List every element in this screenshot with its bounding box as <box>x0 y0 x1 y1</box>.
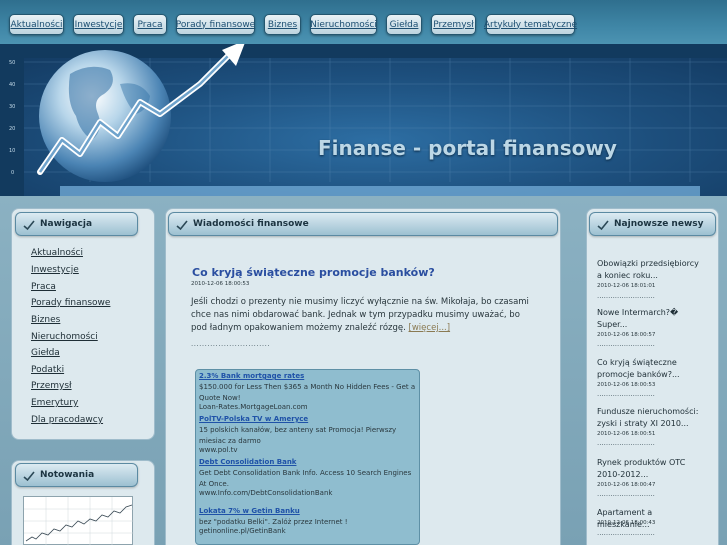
nav-item-aktualnosci[interactable]: Aktualności <box>9 14 64 35</box>
checkmark-icon <box>23 471 35 482</box>
news-separator: ............................. <box>597 490 655 498</box>
banner-axis-label: 30 <box>9 104 15 110</box>
site-title: Finanse - portal finansowy <box>318 136 617 160</box>
ad-url[interactable]: getinonline.pl/GetinBank <box>199 527 286 535</box>
sidebar-item-dla-pracodawcy[interactable]: Dla pracodawcy <box>31 415 103 425</box>
latest-news-title: Najnowsze newsy <box>614 219 704 229</box>
nav-item-artykuly-tematyczne[interactable]: Artykuły tematyczne <box>484 14 577 35</box>
ad-title-link[interactable]: PolTV-Polska TV w Ameryce <box>199 415 308 423</box>
nav-item-przemysl[interactable]: Przemysł <box>431 14 476 35</box>
news-item-date: 2010-12-06 18:00:47 <box>597 482 656 488</box>
sidebar-item-inwestycje[interactable]: Inwestycje <box>31 265 79 275</box>
stock-chart-thumbnail[interactable] <box>23 496 134 545</box>
checkmark-icon <box>23 220 35 231</box>
news-item-link[interactable]: Nowe Intermarch?� Super... <box>597 307 699 331</box>
article-excerpt: Jeśli chodzi o prezenty nie musimy liczy… <box>191 296 536 335</box>
nav-item-porady-finansowe[interactable]: Porady finansowe <box>176 14 255 35</box>
nav-item-praca[interactable]: Praca <box>133 14 167 35</box>
navigation-panel-header: Nawigacja <box>15 212 138 236</box>
sidebar-item-porady-finansowe[interactable]: Porady finansowe <box>31 298 110 308</box>
news-item-link[interactable]: Co kryją świąteczne promocje banków?... <box>597 357 699 381</box>
news-separator: ............................. <box>597 292 655 300</box>
nav-item-biznes[interactable]: Biznes <box>264 14 301 35</box>
news-item-date: 2010-12-06 18:00:51 <box>597 431 656 437</box>
news-separator: ............................. <box>597 529 655 537</box>
sidebar-item-przemysl[interactable]: Przemysł <box>31 381 72 391</box>
article-date: 2010-12-06 18:00:53 <box>191 281 250 287</box>
quotes-panel-header: Notowania <box>15 463 138 487</box>
sidebar-item-podatki[interactable]: Podatki <box>31 365 64 375</box>
ad-url[interactable]: www.Info.com/DebtConsolidationBank <box>199 489 332 497</box>
news-item-link[interactable]: Fundusze nieruchomości: zyski i straty X… <box>597 406 699 430</box>
news-item-date: 2010-12-06 18:00:53 <box>597 382 656 388</box>
checkmark-icon <box>597 220 609 231</box>
news-main-panel-header: Wiadomości finansowe <box>168 212 558 236</box>
news-separator: ............................. <box>597 340 655 348</box>
article-separator: ............................. <box>191 340 271 348</box>
sidebar-item-gielda[interactable]: Giełda <box>31 348 60 358</box>
banner-axis-label: 40 <box>9 82 15 88</box>
stock-chart-graphic <box>24 497 134 545</box>
header-banner: 50 40 30 20 10 0 Finanse - portal finans… <box>0 44 727 196</box>
news-item-date: 2010-12-06 18:00:57 <box>597 332 656 338</box>
ad-text: Get Debt Consolidation Bank Info. Access… <box>199 469 412 488</box>
ad-url[interactable]: www.pol.tv <box>199 446 238 454</box>
top-navigation: Aktualności Inwestycje Praca Porady fina… <box>0 0 727 44</box>
banner-axis-label: 20 <box>9 126 15 132</box>
read-more-link[interactable]: [więcej...] <box>409 323 451 333</box>
ad-text: $150.000 for Less Then $365 a Month No H… <box>199 383 416 402</box>
ad-url[interactable]: Loan-Rates.MortgageLoan.com <box>199 403 308 411</box>
checkmark-icon <box>176 220 188 231</box>
news-item-link[interactable]: Apartament a mieszkanie... <box>597 507 699 531</box>
nav-item-nieruchomosci[interactable]: Nieruchomości <box>310 14 377 35</box>
news-separator: ............................. <box>597 390 655 398</box>
nav-item-gielda[interactable]: Giełda <box>386 14 422 35</box>
sidebar-item-emerytury[interactable]: Emerytury <box>31 398 78 408</box>
banner-axis-label: 0 <box>11 170 14 176</box>
sidebar-item-biznes[interactable]: Biznes <box>31 315 60 325</box>
sidebar-item-aktualnosci[interactable]: Aktualności <box>31 248 83 258</box>
ad-text: 15 polskich kanałów, bez anteny sat Prom… <box>199 426 397 445</box>
banner-axis-label: 10 <box>9 148 15 154</box>
ad-title-link[interactable]: 2.3% Bank mortgage rates <box>199 372 304 380</box>
news-main-title: Wiadomości finansowe <box>193 219 309 229</box>
news-item-link[interactable]: Rynek produktów OTC 2010-2012... <box>597 457 699 481</box>
quotes-title: Notowania <box>40 470 95 480</box>
news-item-date: 2010-12-06 18:00:43 <box>597 520 656 526</box>
banner-axis-label: 50 <box>9 60 15 66</box>
sidebar-item-nieruchomosci[interactable]: Nieruchomości <box>31 332 98 342</box>
news-item-date: 2010-12-06 18:01:01 <box>597 283 656 289</box>
news-item-link[interactable]: Obowiązki przedsiębiorcy a koniec roku..… <box>597 258 699 282</box>
latest-news-panel-header: Najnowsze newsy <box>589 212 716 236</box>
nav-item-inwestycje[interactable]: Inwestycje <box>73 14 124 35</box>
banner-volume-bars <box>60 186 700 196</box>
ad-title-link[interactable]: Debt Consolidation Bank <box>199 458 296 466</box>
sidebar-item-praca[interactable]: Praca <box>31 282 56 292</box>
banner-graphic: 50 40 30 20 10 0 <box>9 44 727 196</box>
ad-text: bez "podatku Belki". Zalóż przez Interne… <box>199 518 348 526</box>
article-text: Jeśli chodzi o prezenty nie musimy liczy… <box>191 297 529 333</box>
navigation-title: Nawigacja <box>40 219 93 229</box>
news-separator: ............................. <box>597 439 655 447</box>
ad-title-link[interactable]: Lokata 7% w Getin Banku <box>199 507 300 515</box>
article-title-link[interactable]: Co kryją świąteczne promocje banków? <box>192 266 435 279</box>
